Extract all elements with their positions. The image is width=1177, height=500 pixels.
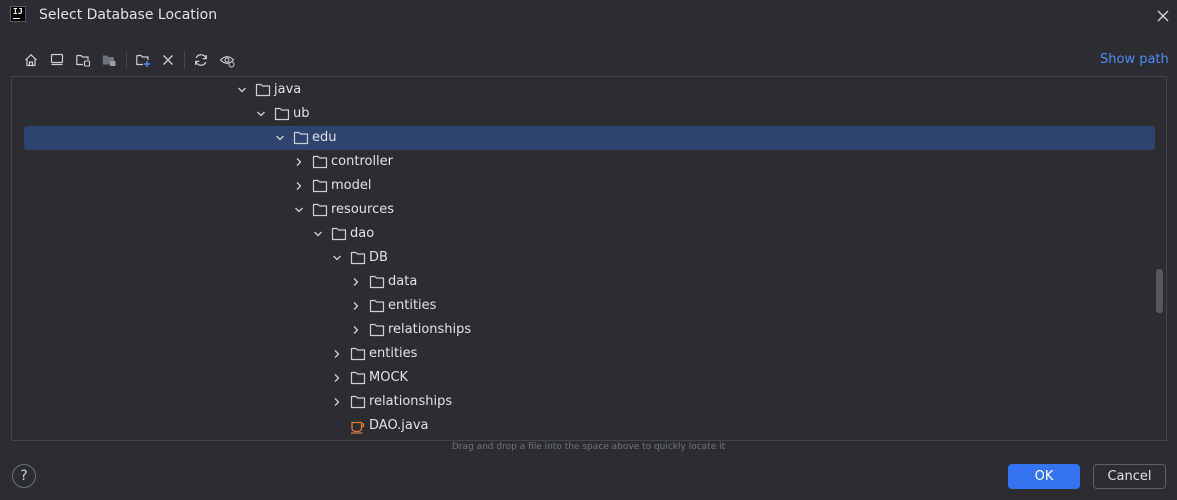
show-path-link[interactable]: Show path <box>1100 52 1169 67</box>
folder-icon <box>255 83 271 97</box>
chevron-down-icon[interactable] <box>274 132 286 144</box>
intellij-logo-icon: IJ <box>10 6 26 22</box>
folder-icon <box>350 371 366 385</box>
folder-icon <box>293 131 309 145</box>
delete-icon[interactable] <box>157 48 179 72</box>
refresh-icon[interactable] <box>190 48 212 72</box>
vertical-scrollbar-thumb[interactable] <box>1156 269 1163 313</box>
module-folder-icon[interactable] <box>98 48 120 72</box>
tree-row-label: ub <box>293 106 310 121</box>
folder-icon <box>312 179 328 193</box>
close-icon[interactable] <box>1153 6 1173 26</box>
folder-icon <box>312 155 328 169</box>
folder-icon <box>350 395 366 409</box>
toolbar-separator <box>184 51 185 69</box>
tree-row[interactable]: relationships <box>12 390 1166 414</box>
help-button[interactable]: ? <box>12 464 36 488</box>
project-folder-icon[interactable] <box>72 48 94 72</box>
show-hidden-icon[interactable] <box>216 48 238 72</box>
tree-row[interactable]: model <box>12 174 1166 198</box>
ok-button[interactable]: OK <box>1008 464 1080 489</box>
tree-row[interactable]: DAO.java <box>12 414 1166 438</box>
dialog-title: Select Database Location <box>39 7 218 23</box>
title-bar: IJ Select Database Location <box>0 0 1177 32</box>
chevron-right-icon[interactable] <box>331 348 343 360</box>
tree-row[interactable]: data <box>12 270 1166 294</box>
tree-row-label: resources <box>331 202 395 217</box>
drag-drop-hint: Drag and drop a file into the space abov… <box>451 442 726 452</box>
tree-row[interactable]: MOCK <box>12 366 1166 390</box>
tree-row[interactable]: ub <box>12 102 1166 126</box>
tree-row-label: MOCK <box>369 370 409 385</box>
chevron-down-icon[interactable] <box>312 228 324 240</box>
tree-row-label: relationships <box>388 322 472 337</box>
tree-row-label: relationships <box>369 394 453 409</box>
chevron-down-icon[interactable] <box>255 108 267 120</box>
desktop-icon[interactable] <box>46 48 68 72</box>
tree-row[interactable]: controller <box>12 150 1166 174</box>
tree-row-label: java <box>274 82 302 97</box>
folder-icon <box>369 323 385 337</box>
chevron-down-icon[interactable] <box>236 84 248 96</box>
tree-row-label: DAO.java <box>369 418 429 433</box>
chevron-right-icon[interactable] <box>293 156 305 168</box>
folder-icon <box>312 203 328 217</box>
tree-row[interactable]: resources <box>12 198 1166 222</box>
tree-row-label: data <box>388 274 418 289</box>
tree-row-label: entities <box>369 346 418 361</box>
tree-row-label: entities <box>388 298 437 313</box>
tree-row-label: DB <box>369 250 388 265</box>
new-folder-icon[interactable] <box>132 48 154 72</box>
chevron-down-icon[interactable] <box>293 204 305 216</box>
tree-row[interactable]: DB <box>12 246 1166 270</box>
tree-row-label: edu <box>312 130 337 145</box>
tree-row-label: model <box>331 178 372 193</box>
folder-icon <box>369 275 385 289</box>
cancel-button[interactable]: Cancel <box>1093 464 1166 489</box>
tree-row[interactable]: relationships <box>12 318 1166 342</box>
folder-icon <box>369 299 385 313</box>
chevron-right-icon[interactable] <box>331 372 343 384</box>
chevron-down-icon[interactable] <box>331 252 343 264</box>
tree-row[interactable]: entities <box>12 342 1166 366</box>
selection-highlight <box>24 126 1155 150</box>
file-tree[interactable]: java ub edu controller model resources dao DB da… <box>11 76 1167 441</box>
tree-row-label: dao <box>350 226 375 241</box>
tree-row[interactable]: java <box>12 78 1166 102</box>
chevron-right-icon[interactable] <box>350 324 362 336</box>
java-file-icon <box>350 418 366 434</box>
toolbar-separator <box>126 51 127 69</box>
tree-row[interactable]: edu <box>12 126 1166 150</box>
home-icon[interactable] <box>20 48 42 72</box>
folder-icon <box>331 227 347 241</box>
folder-icon <box>350 251 366 265</box>
folder-icon <box>350 347 366 361</box>
tree-row[interactable]: entities <box>12 294 1166 318</box>
folder-icon <box>274 107 290 121</box>
chevron-right-icon[interactable] <box>350 276 362 288</box>
chevron-right-icon[interactable] <box>331 396 343 408</box>
chevron-right-icon[interactable] <box>293 180 305 192</box>
chevron-right-icon[interactable] <box>350 300 362 312</box>
tree-row-label: controller <box>331 154 394 169</box>
tree-row[interactable]: dao <box>12 222 1166 246</box>
